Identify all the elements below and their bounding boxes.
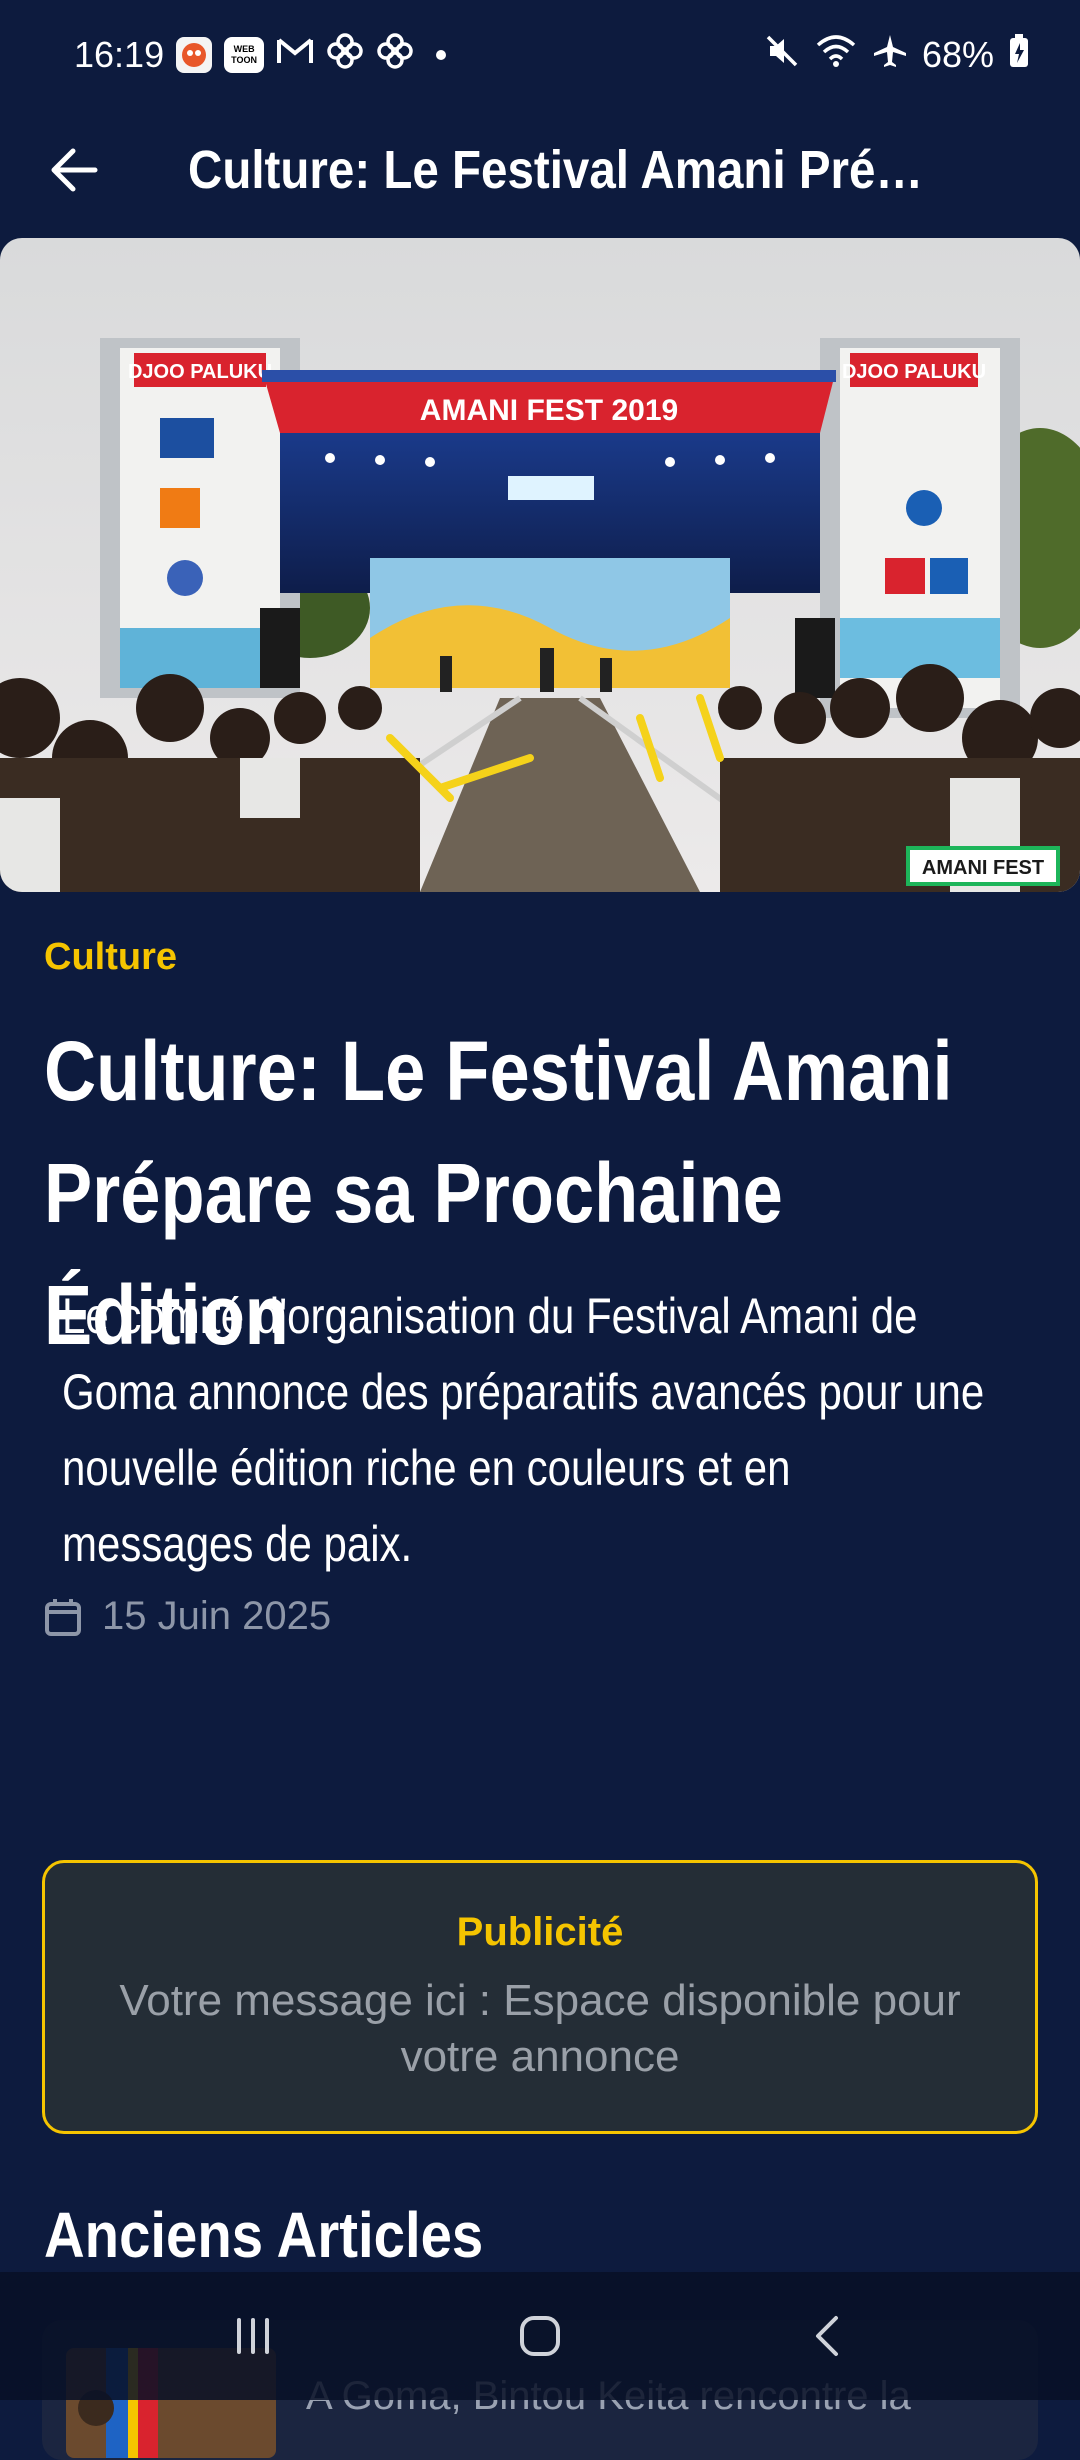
mute-icon	[764, 33, 800, 78]
home-icon	[519, 2316, 560, 2356]
battery-percent: 68%	[921, 34, 994, 75]
battery-icon	[1008, 33, 1030, 78]
article-date: 15 Juin 2025	[102, 1594, 332, 1638]
status-left: 16:19 WEB TOON	[74, 32, 447, 79]
calendar-icon	[45, 1598, 81, 1636]
ad-banner[interactable]: Publicité Votre message ici : Espace dis…	[42, 1860, 1038, 2134]
article-hero-image[interactable]: DJOO PALUKU DJOO PALUKU AMANI FEST 2019	[0, 238, 1080, 892]
ad-label: Publicité	[456, 1909, 624, 1954]
webtoon-icon: WEB TOON	[224, 37, 265, 73]
home-button[interactable]	[480, 2286, 600, 2386]
status-time: 16:19	[74, 34, 165, 75]
hero-watermark-text: AMANI FEST	[922, 857, 1044, 879]
article-date-row: 15 Juin 2025	[44, 1594, 331, 1639]
app-bar: Culture: Le Festival Amani Prépar...	[0, 110, 1080, 230]
airplane-icon	[872, 33, 908, 78]
article-category: Culture	[44, 936, 177, 978]
brawl-icon	[176, 37, 213, 73]
hero-tower-right-text: DJOO PALUKU	[842, 361, 986, 383]
gmail-icon	[276, 34, 314, 76]
page-title: Culture: Le Festival Amani Prépar...	[188, 140, 945, 200]
older-articles-title: Anciens Articles	[44, 2199, 484, 2271]
status-right: 68%	[764, 33, 1030, 78]
ad-text: Votre message ici : Espace disponible po…	[119, 1975, 961, 2081]
status-bar: 16:19 WEB TOON 68%	[0, 0, 1080, 110]
hero-tower-left-text: DJOO PALUKU	[128, 361, 272, 383]
system-back-button[interactable]	[767, 2286, 887, 2386]
hero-banner-text: AMANI FEST 2019	[420, 394, 678, 427]
pinwheel-icon	[376, 32, 414, 79]
wifi-icon	[814, 33, 858, 78]
chevron-left-icon	[815, 2316, 838, 2356]
article-summary: Le comité d'organisation du Festival Ama…	[62, 1288, 985, 1572]
system-nav-bar	[0, 2272, 1080, 2400]
more-notifications-dot	[436, 50, 447, 60]
arrow-left-icon	[51, 148, 98, 192]
pinwheel-icon	[326, 32, 364, 79]
recents-icon	[237, 2318, 270, 2354]
back-button[interactable]	[24, 120, 124, 220]
recents-button[interactable]	[193, 2286, 313, 2386]
